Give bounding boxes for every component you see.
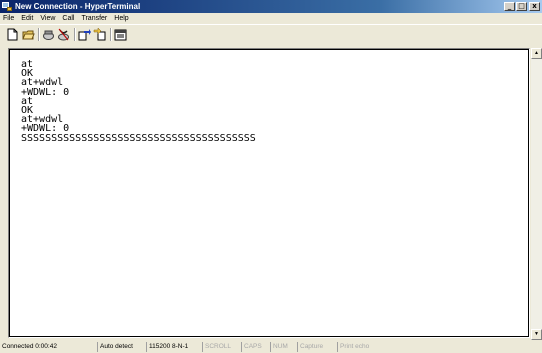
toolbar-separator — [38, 28, 40, 41]
toolbar-separator — [74, 28, 76, 41]
terminal-output: at OK at+wdwl +WDWL: 0 at OK at+wdwl +WD… — [21, 59, 256, 144]
menu-call[interactable]: Call — [62, 13, 74, 24]
new-connection-icon[interactable] — [6, 28, 19, 41]
status-emulation: Auto detect — [97, 342, 146, 352]
status-num: NUM — [270, 342, 297, 352]
status-bar: Connected 0:00:42 Auto detect 115200 8-N… — [0, 341, 542, 353]
menu-help[interactable]: Help — [114, 13, 128, 24]
menu-view[interactable]: View — [40, 13, 55, 24]
terminal-line: +WDWL: 0 — [21, 86, 70, 98]
close-button[interactable]: x — [529, 2, 540, 11]
status-capture: Capture — [297, 342, 337, 352]
toolbar — [0, 24, 542, 44]
properties-icon[interactable] — [114, 28, 127, 41]
hyperterminal-icon — [2, 2, 12, 11]
terminal-line: at — [21, 59, 34, 70]
open-folder-icon[interactable] — [22, 28, 35, 41]
maximize-button[interactable]: □ — [516, 2, 527, 11]
minimize-button[interactable]: _ — [504, 2, 515, 11]
menu-file[interactable]: File — [3, 13, 14, 24]
scroll-up-arrow-icon[interactable]: ▲ — [531, 48, 542, 59]
status-print-echo: Print echo — [337, 342, 542, 352]
menu-transfer[interactable]: Transfer — [81, 13, 107, 24]
status-scroll: SCROLL — [202, 342, 241, 352]
window-title: New Connection - HyperTerminal — [15, 2, 141, 11]
status-connection-time: Connected 0:00:42 — [2, 343, 57, 350]
terminal-window[interactable]: at OK at+wdwl +WDWL: 0 at OK at+wdwl +WD… — [9, 49, 529, 337]
send-file-icon[interactable] — [78, 28, 91, 41]
menu-edit[interactable]: Edit — [21, 13, 33, 24]
status-caps: CAPS — [241, 342, 270, 352]
scroll-down-arrow-icon[interactable]: ▼ — [531, 329, 542, 340]
receive-file-icon[interactable] — [93, 27, 106, 41]
title-bar[interactable]: New Connection - HyperTerminal _ □ x — [0, 0, 542, 13]
phone-connect-icon[interactable] — [42, 28, 55, 41]
terminal-line: at — [21, 95, 34, 107]
vertical-scrollbar[interactable]: ▲ ▼ — [531, 48, 542, 340]
menu-bar: File Edit View Call Transfer Help — [0, 13, 542, 24]
status-port-settings: 115200 8-N-1 — [146, 342, 202, 352]
phone-disconnect-icon[interactable] — [57, 28, 70, 41]
terminal-line: SSSSSSSSSSSSSSSSSSSSSSSSSSSSSSSSSSSSSSS — [21, 132, 256, 144]
toolbar-separator — [110, 28, 112, 41]
